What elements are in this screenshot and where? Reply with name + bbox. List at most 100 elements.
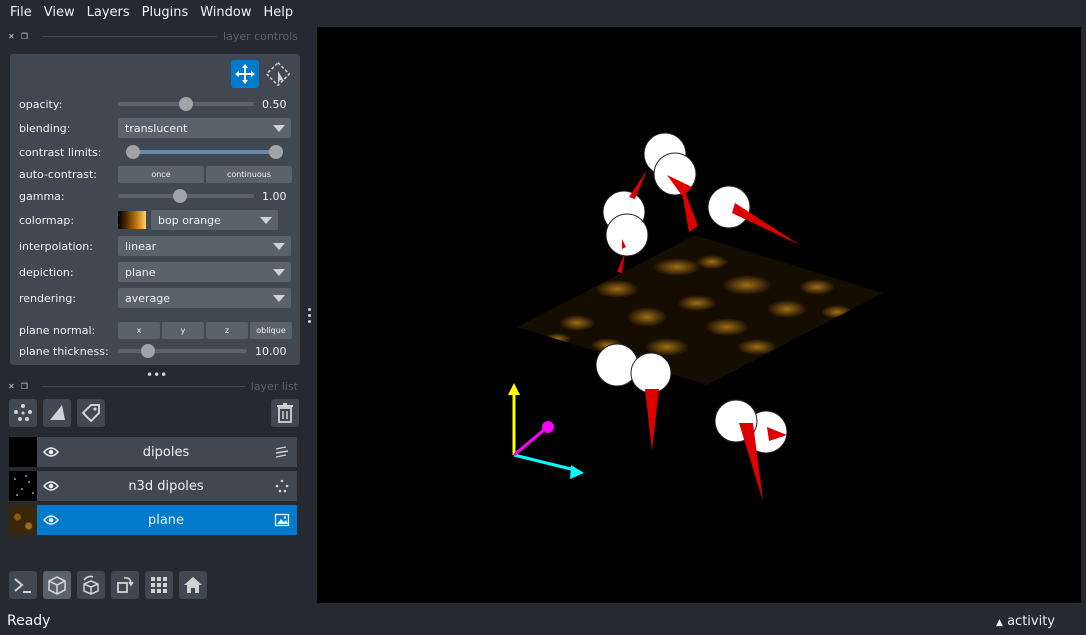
move-arrows-icon <box>235 64 255 84</box>
auto-contrast-label: auto-contrast: <box>19 167 98 181</box>
layer-list-title: layer list <box>250 379 298 393</box>
menubar: File View Layers Plugins Window Help <box>0 0 1086 24</box>
chevron-down-icon <box>273 125 285 132</box>
auto-contrast-row: auto-contrast: once continuous <box>19 164 295 184</box>
opacity-slider-handle[interactable] <box>179 97 193 111</box>
roll-dimensions-button[interactable] <box>77 571 105 599</box>
layer-list-title-bar: ✕ ❐ layer list <box>8 379 298 393</box>
blending-dropdown[interactable]: translucent <box>118 118 291 138</box>
points-icon <box>14 404 32 421</box>
viewer-canvas[interactable] <box>317 27 1081 603</box>
depiction-label: depiction: <box>19 265 74 279</box>
delete-layer-button[interactable] <box>271 399 299 427</box>
console-button[interactable] <box>9 571 37 599</box>
transform-button[interactable] <box>264 60 292 88</box>
image-plane <box>517 235 883 385</box>
chevron-down-icon <box>273 243 285 250</box>
menu-file[interactable]: File <box>4 5 38 20</box>
float-dock-icon[interactable]: ❐ <box>21 32 28 41</box>
plane-normal-row: plane normal: x y z oblique <box>19 320 295 340</box>
points-icon <box>275 479 289 493</box>
colormap-swatch <box>118 211 146 229</box>
gamma-label: gamma: <box>19 189 65 203</box>
visibility-toggle[interactable] <box>37 480 65 492</box>
rendering-value: average <box>125 291 171 305</box>
trash-icon <box>277 403 293 423</box>
plane-thickness-slider-handle[interactable] <box>141 344 155 358</box>
depiction-value: plane <box>125 265 156 279</box>
layer-item-n3d-dipoles[interactable]: n3d dipoles <box>9 471 297 501</box>
contrast-limits-slider[interactable] <box>126 142 283 162</box>
transpose-icon <box>117 577 134 593</box>
plane-normal-label: plane normal: <box>19 323 96 337</box>
blending-row: blending: translucent <box>19 118 295 138</box>
layer-name: n3d dipoles <box>128 478 204 494</box>
plane-normal-z-button[interactable]: z <box>206 321 248 339</box>
plane-normal-oblique-button[interactable]: oblique <box>250 321 292 339</box>
layer-thumbnail <box>9 437 37 467</box>
chevron-down-icon <box>260 217 272 224</box>
auto-contrast-continuous-button[interactable]: continuous <box>206 165 292 183</box>
interpolation-row: interpolation: linear <box>19 236 295 256</box>
menu-help[interactable]: Help <box>258 5 300 20</box>
opacity-row: opacity: 0.50 <box>19 94 295 114</box>
plane-normal-x-button[interactable]: x <box>118 321 160 339</box>
gamma-slider[interactable] <box>118 186 254 206</box>
toggle-ndisplay-button[interactable] <box>43 571 71 599</box>
gamma-slider-handle[interactable] <box>172 189 187 203</box>
home-icon <box>184 577 202 593</box>
vectors-icon <box>275 446 289 458</box>
visibility-toggle[interactable] <box>37 514 65 526</box>
activity-button[interactable]: ▲ activity <box>996 614 1055 629</box>
contrast-limits-label: contrast limits: <box>19 145 102 159</box>
colormap-label: colormap: <box>19 213 75 227</box>
close-dock-icon[interactable]: ✕ <box>8 32 15 41</box>
select-transform-icon <box>266 62 290 86</box>
depiction-dropdown[interactable]: plane <box>118 262 291 282</box>
layer-item-dipoles[interactable]: dipoles <box>9 437 297 467</box>
layer-thumbnail <box>9 471 37 501</box>
opacity-slider[interactable] <box>118 94 254 114</box>
transpose-dimensions-button[interactable] <box>111 571 139 599</box>
pan-zoom-button[interactable] <box>231 60 259 88</box>
new-shapes-layer-button[interactable] <box>43 399 71 427</box>
contrast-high-handle[interactable] <box>269 145 283 159</box>
reset-view-button[interactable] <box>179 571 207 599</box>
plane-thickness-slider[interactable] <box>118 341 247 361</box>
auto-contrast-once-button[interactable]: once <box>118 165 204 183</box>
close-dock-icon[interactable]: ✕ <box>8 382 15 391</box>
colormap-row: colormap: bop orange <box>19 210 295 230</box>
layer-name: dipoles <box>142 444 190 460</box>
rendering-dropdown[interactable]: average <box>118 288 291 308</box>
menu-view[interactable]: View <box>38 5 81 20</box>
eye-icon <box>43 515 59 525</box>
interpolation-value: linear <box>125 239 157 253</box>
blending-value: translucent <box>125 121 188 135</box>
menu-window[interactable]: Window <box>194 5 257 20</box>
blending-label: blending: <box>19 121 71 135</box>
image-icon <box>274 513 290 527</box>
plane-normal-y-button[interactable]: y <box>162 321 204 339</box>
contrast-limits-row: contrast limits: <box>19 142 295 162</box>
scene-3d <box>508 132 883 501</box>
roll-cube-icon <box>83 575 99 595</box>
axes-indicator <box>508 383 584 479</box>
grid-mode-button[interactable] <box>145 571 173 599</box>
eye-icon <box>43 447 59 457</box>
opacity-value: 0.50 <box>262 97 287 111</box>
interpolation-dropdown[interactable]: linear <box>118 236 291 256</box>
float-dock-icon[interactable]: ❐ <box>21 382 28 391</box>
plane-thickness-value: 10.00 <box>255 344 287 358</box>
contrast-low-handle[interactable] <box>126 145 140 159</box>
new-points-layer-button[interactable] <box>9 399 37 427</box>
terminal-icon <box>14 578 31 593</box>
menu-plugins[interactable]: Plugins <box>136 5 195 20</box>
layer-item-plane[interactable]: plane <box>9 505 297 535</box>
gamma-row: gamma: 1.00 <box>19 186 295 206</box>
plane-thickness-label: plane thickness: <box>19 344 109 358</box>
visibility-toggle[interactable] <box>37 446 65 458</box>
dock-splitter-handle[interactable] <box>308 308 312 326</box>
new-labels-layer-button[interactable] <box>77 399 105 427</box>
menu-layers[interactable]: Layers <box>81 5 136 20</box>
colormap-dropdown[interactable]: bop orange <box>151 210 278 230</box>
